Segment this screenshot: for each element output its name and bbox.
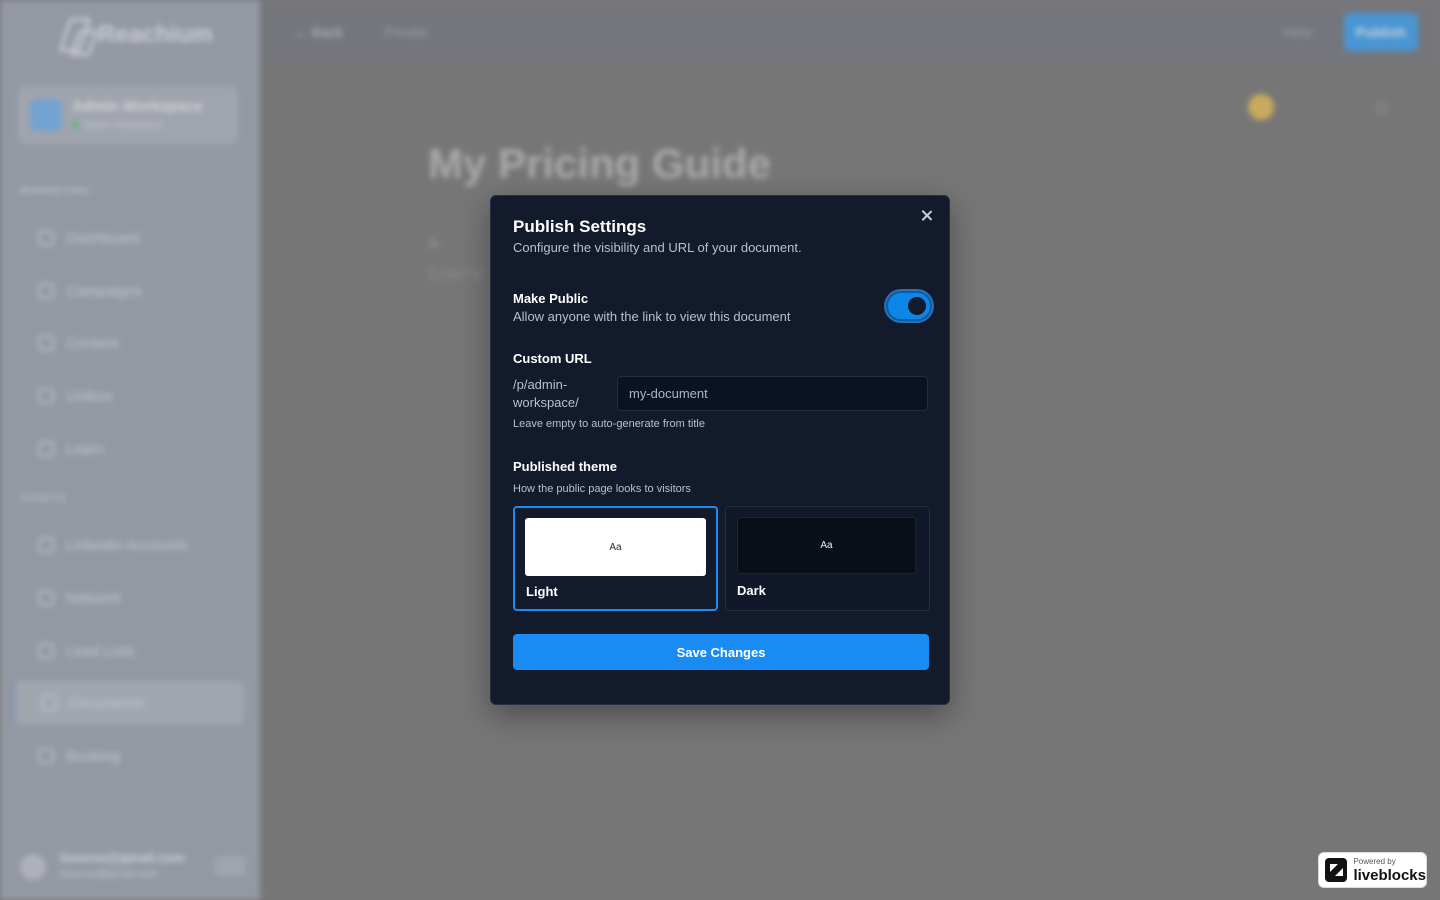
theme-option-light[interactable]: Aa Light [513,506,718,611]
liveblocks-badge[interactable]: Powered by liveblocks [1318,852,1427,888]
save-changes-button[interactable]: Save Changes [513,634,929,670]
make-public-label: Make Public [513,291,589,306]
make-public-toggle[interactable] [886,291,932,321]
dialog-description: Configure the visibility and URL of your… [513,240,802,255]
liveblocks-logo-icon [1325,858,1348,882]
theme-label: Published theme [513,459,618,474]
powered-by-text: Powered by [1353,856,1396,866]
theme-name-dark: Dark [737,583,766,598]
theme-option-dark[interactable]: Aa Dark [725,506,930,611]
theme-preview-dark: Aa [737,517,916,574]
dialog-title: Publish Settings [513,217,647,236]
theme-preview-light: Aa [525,518,706,576]
custom-url-help: Leave empty to auto-generate from title [513,418,705,430]
make-public-help: Allow anyone with the link to view this … [513,309,791,324]
liveblocks-brand: liveblocks [1353,866,1426,884]
publish-settings-dialog: Publish Settings Configure the visibilit… [490,195,950,705]
theme-name-light: Light [526,584,558,599]
close-icon[interactable] [919,208,935,224]
toggle-knob [908,297,926,315]
theme-help: How the public page looks to visitors [513,483,691,495]
url-prefix: /p/admin-workspace/ [513,377,579,410]
custom-url-input[interactable] [617,376,928,411]
custom-url-label: Custom URL [513,351,592,366]
